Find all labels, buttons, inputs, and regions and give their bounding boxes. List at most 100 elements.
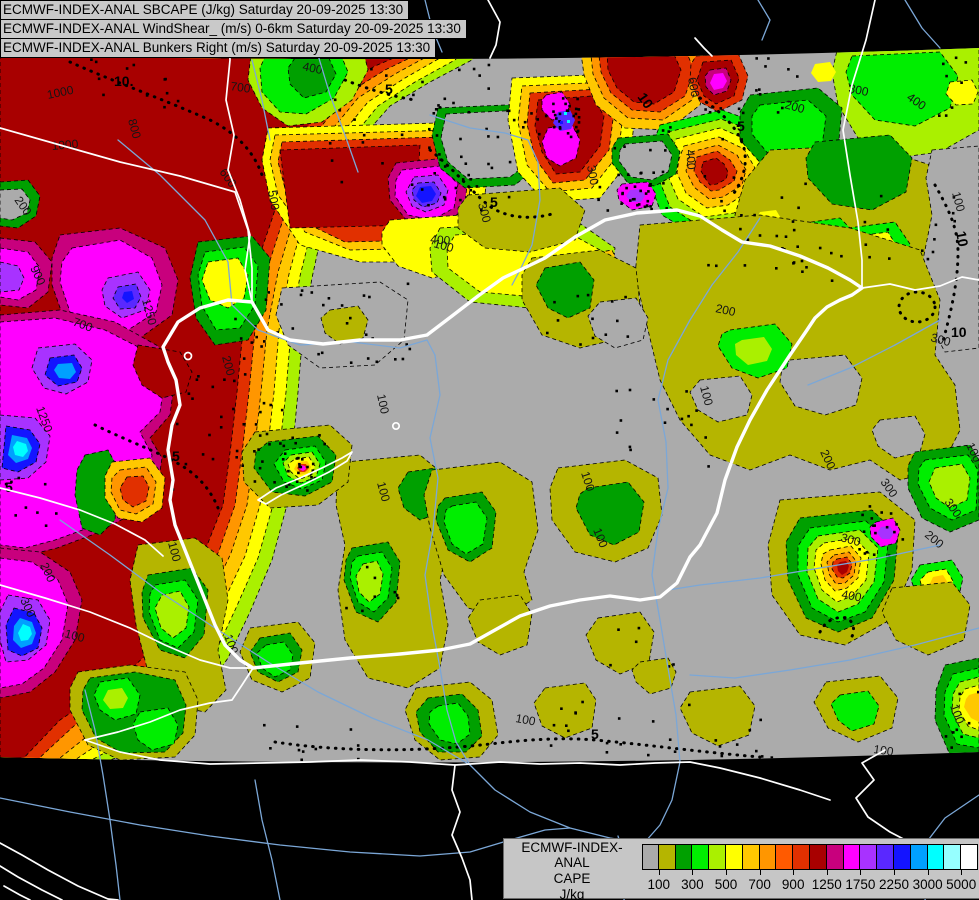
storm-motion-dot xyxy=(490,166,494,170)
storm-motion-dot xyxy=(719,107,723,110)
storm-motion-dot xyxy=(760,755,764,758)
storm-motion-dot xyxy=(269,747,272,750)
storm-motion-dot xyxy=(591,336,595,340)
shear-label: 10. xyxy=(114,73,133,89)
storm-motion-dot xyxy=(427,203,430,207)
storm-motion-dot xyxy=(633,197,636,201)
shear-label: 5 xyxy=(737,118,745,134)
storm-motion-dot xyxy=(685,390,688,393)
storm-motion-dot xyxy=(720,754,724,758)
storm-motion-dot xyxy=(17,476,21,480)
storm-motion-dot xyxy=(549,744,553,747)
storm-motion-dot xyxy=(610,300,614,303)
storm-motion-dot xyxy=(863,220,867,224)
storm-motion-dot xyxy=(955,728,959,732)
storm-motion-dot xyxy=(598,185,602,189)
storm-motion-dot xyxy=(609,663,612,667)
storm-motion-dot xyxy=(720,199,723,203)
storm-motion-dot xyxy=(24,506,28,509)
storm-motion-dot xyxy=(792,228,796,232)
storm-motion-dot xyxy=(960,735,963,739)
storm-motion-dot xyxy=(408,347,412,351)
storm-motion-dot xyxy=(755,89,758,92)
storm-motion-dot xyxy=(933,238,936,241)
storm-motion-dot xyxy=(258,466,262,470)
scale-label: 700 xyxy=(748,877,771,892)
storm-motion-dot xyxy=(613,146,617,150)
storm-motion-dot xyxy=(428,127,431,131)
color-scale-bar xyxy=(642,844,978,870)
color-scale-cell-dgreen xyxy=(675,844,693,870)
storm-motion-dot xyxy=(664,149,667,152)
storm-motion-dot xyxy=(522,126,525,129)
storm-motion-dot xyxy=(764,65,767,68)
storm-motion-dot xyxy=(487,135,490,138)
storm-motion-dot xyxy=(257,448,260,451)
storm-motion-dot xyxy=(647,190,650,193)
title-windshear: ECMWF-INDEX-ANAL WindShear_ (m/s) 0-6km … xyxy=(0,19,467,39)
color-scale-cell-crimson xyxy=(826,844,844,870)
storm-motion-dot xyxy=(666,407,669,411)
storm-motion-dot xyxy=(680,417,684,421)
storm-motion-dot xyxy=(330,159,334,162)
storm-motion-dot xyxy=(340,180,344,184)
storm-motion-dot xyxy=(864,243,868,246)
storm-motion-dot xyxy=(787,68,790,71)
storm-motion-dot xyxy=(432,112,436,115)
storm-motion-dot xyxy=(617,628,620,631)
storm-motion-dot xyxy=(268,443,271,446)
storm-motion-dot xyxy=(574,711,577,714)
shear-label: 5 xyxy=(385,81,393,97)
storm-motion-dot xyxy=(544,114,548,118)
storm-motion-dot xyxy=(921,249,924,252)
storm-motion-dot xyxy=(314,747,318,751)
storm-motion-dot xyxy=(739,227,742,231)
storm-motion-dot xyxy=(94,60,98,64)
storm-motion-dot xyxy=(576,130,579,134)
storm-motion-dot xyxy=(553,300,556,304)
storm-motion-dot xyxy=(960,81,963,84)
storm-motion-dot xyxy=(301,750,305,753)
storm-motion-dot xyxy=(297,471,300,475)
color-scale-cell-orange xyxy=(759,844,777,870)
storm-motion-dot xyxy=(604,333,608,336)
storm-motion-dot xyxy=(574,107,578,111)
storm-motion-dot xyxy=(586,293,590,297)
shear-label: 10 xyxy=(953,230,971,248)
storm-motion-dot xyxy=(400,133,404,137)
scale-label: 100 xyxy=(647,877,671,892)
storm-motion-dot xyxy=(349,728,353,731)
storm-motion-dot xyxy=(364,333,368,336)
storm-motion-dot xyxy=(868,255,871,259)
storm-motion-dot xyxy=(295,480,299,483)
storm-motion-dot xyxy=(862,530,866,533)
storm-motion-dot xyxy=(36,511,39,514)
contour-label: 700 xyxy=(230,79,252,96)
storm-motion-dot xyxy=(187,392,191,395)
storm-motion-dot xyxy=(565,109,569,112)
storm-motion-dot xyxy=(576,294,580,298)
storm-motion-dot xyxy=(944,114,948,117)
storm-motion-dot xyxy=(558,126,562,129)
storm-motion-dot xyxy=(714,739,718,742)
storm-motion-dot xyxy=(530,112,533,115)
storm-motion-dot xyxy=(942,62,945,66)
storm-motion-dot xyxy=(396,596,400,600)
scale-label: 1250 xyxy=(811,877,842,892)
storm-motion-dot xyxy=(297,748,301,752)
storm-motion-dot xyxy=(732,176,736,179)
storm-motion-dot xyxy=(741,111,745,115)
storm-motion-dot xyxy=(280,303,283,306)
storm-motion-dot xyxy=(310,291,314,294)
storm-motion-dot xyxy=(262,401,266,405)
storm-motion-dot xyxy=(652,398,656,401)
storm-motion-dot xyxy=(165,91,169,95)
storm-motion-dot xyxy=(373,576,377,580)
storm-motion-dot xyxy=(208,433,211,437)
storm-motion-dot xyxy=(668,738,672,741)
storm-motion-dot xyxy=(718,745,722,748)
storm-motion-dot xyxy=(211,385,215,389)
storm-motion-dot xyxy=(605,751,609,754)
contour-label: 1000 xyxy=(51,137,79,153)
storm-motion-dot xyxy=(279,442,282,445)
